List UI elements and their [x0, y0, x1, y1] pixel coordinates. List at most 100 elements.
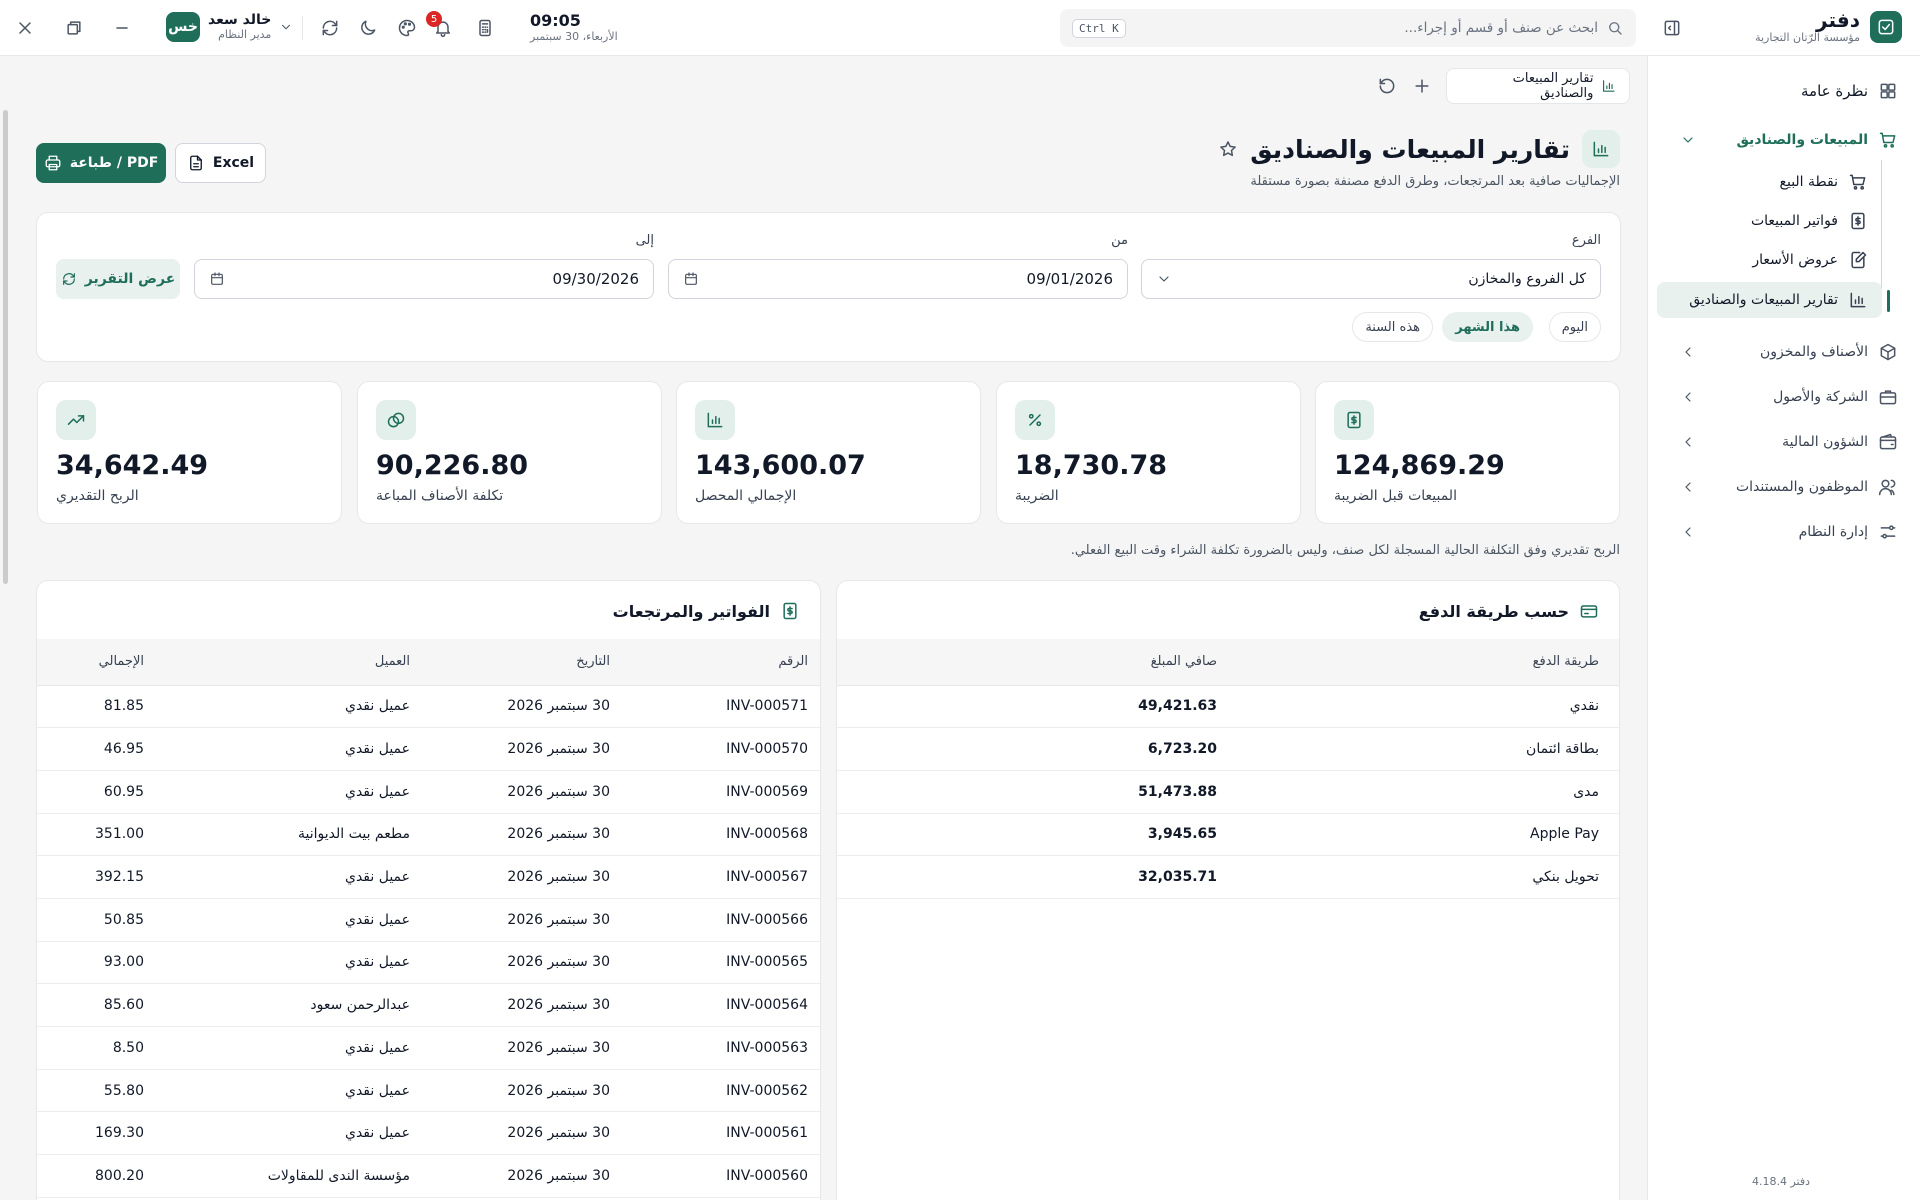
page-title: تقارير المبيعات والصناديق: [1250, 134, 1570, 164]
search-placeholder: ابحث عن صنف أو قسم أو إجراء...: [1404, 20, 1598, 36]
table-row[interactable]: مدى 51,473.88: [837, 770, 1619, 814]
sidebar-item-company[interactable]: الشركة والأصول: [1670, 378, 1902, 416]
table-row[interactable]: INV-000564 30 سبتمبر 2026 عبدالرحمن سعود 85…: [37, 983, 820, 1027]
sidebar-item-sales-invoices[interactable]: فواتير المبيعات: [1647, 203, 1872, 239]
column-header: صافي المبلغ: [837, 639, 1217, 686]
invoice-number[interactable]: INV-000562: [620, 1069, 820, 1113]
kpi-label: تكلفة الأصناف المباعة: [376, 488, 504, 504]
sidebar-item-overview[interactable]: نظرة عامة: [1670, 72, 1902, 110]
close-icon[interactable]: [15, 18, 35, 38]
app-name: دفتر: [1816, 8, 1860, 32]
chart-icon: [1603, 80, 1615, 92]
invoice-number[interactable]: INV-000567: [620, 855, 820, 899]
sidebar-item-sales-reports[interactable]: تقارير المبيعات والصناديق: [1657, 282, 1882, 318]
invoices-card: الفواتير والمرتجعات الرقم التاريخ العميل…: [36, 580, 821, 1200]
table-row[interactable]: INV-000560 30 سبتمبر 2026 مؤسسة الندى للمق…: [37, 1154, 820, 1198]
invoice-number[interactable]: INV-000570: [620, 727, 820, 771]
sidebar-toggle-icon[interactable]: [1660, 16, 1684, 40]
user-menu[interactable]: خالد سعد مدير النظام خس: [166, 12, 293, 42]
invoice-number[interactable]: INV-000560: [620, 1154, 820, 1198]
box-icon: [1880, 343, 1896, 361]
notifications-button[interactable]: 5: [426, 11, 454, 39]
chip-today[interactable]: اليوم: [1548, 312, 1601, 342]
branch-label: الفرع: [1571, 233, 1601, 248]
star-icon[interactable]: [1218, 139, 1238, 159]
chip-this-year[interactable]: هذه السنة: [1352, 312, 1433, 342]
table-row[interactable]: INV-000567 30 سبتمبر 2026 عميل نقدي 392.15: [37, 855, 820, 899]
table-row[interactable]: تحويل بنكي 32,035.71: [837, 855, 1619, 899]
wallet-icon: [1879, 433, 1897, 450]
export-excel-button[interactable]: Excel: [175, 143, 266, 183]
dark-mode-icon[interactable]: [357, 17, 379, 39]
sidebar-item-system[interactable]: إدارة النظام: [1670, 513, 1902, 551]
sidebar-item-sales[interactable]: المبيعات والصناديق: [1670, 121, 1902, 159]
invoice-customer: عميل نقدي: [152, 941, 422, 985]
table-row[interactable]: INV-000570 30 سبتمبر 2026 عميل نقدي 46.95: [37, 727, 820, 771]
table-row[interactable]: INV-000568 30 سبتمبر 2026 مطعم بيت الديوان…: [37, 813, 820, 857]
invoice-number[interactable]: INV-000569: [620, 770, 820, 814]
chart-icon: [1850, 292, 1866, 308]
brand[interactable]: دفتر مؤسسة الرّتان التجارية: [1755, 9, 1902, 45]
invoice-number[interactable]: INV-000563: [620, 1026, 820, 1070]
search-shortcut: Ctrl K: [1072, 18, 1126, 38]
credit-card-icon: [1580, 605, 1598, 618]
kpi-sales-before-tax: 124,869.29 المبيعات قبل الضريبة: [1315, 381, 1620, 524]
minimize-icon[interactable]: [112, 18, 132, 38]
print-label: PDF / طباعة: [69, 155, 159, 171]
table-row[interactable]: INV-000569 30 سبتمبر 2026 عميل نقدي 60.95: [37, 770, 820, 814]
invoice-number[interactable]: INV-000571: [620, 685, 820, 729]
table-header-row: طريقة الدفع صافي المبلغ: [837, 639, 1619, 686]
invoice-number[interactable]: INV-000568: [620, 813, 820, 857]
table-row[interactable]: Apple Pay 3,945.65: [837, 813, 1619, 857]
restore-icon[interactable]: [64, 18, 84, 38]
cart-icon: [1879, 132, 1896, 148]
invoice-number[interactable]: INV-000565: [620, 941, 820, 985]
tab-sales-reports[interactable]: تقارير المبيعات والصناديق: [1446, 68, 1630, 104]
sidebar-item-employees[interactable]: الموظفون والمستندات: [1670, 468, 1902, 506]
invoice-number[interactable]: INV-000561: [620, 1111, 820, 1156]
invoice-customer: عميل نقدي: [152, 1026, 422, 1070]
refresh-icon[interactable]: [319, 17, 341, 39]
reload-tab-icon[interactable]: [1377, 76, 1397, 96]
scrollbar[interactable]: [3, 110, 8, 584]
show-report-button[interactable]: عرض التقرير: [56, 259, 180, 299]
invoice-customer: مؤسسة الندى للمقاولات: [152, 1154, 422, 1198]
sidebar-item-inventory[interactable]: الأصناف والمخزون: [1670, 333, 1902, 371]
global-search[interactable]: ابحث عن صنف أو قسم أو إجراء... Ctrl K: [1060, 9, 1636, 47]
to-date-value: 09/30/2026: [552, 270, 639, 288]
bar-chart-icon: [695, 400, 735, 440]
print-pdf-button[interactable]: PDF / طباعة: [36, 143, 166, 183]
palette-icon[interactable]: [396, 17, 418, 39]
sidebar: نظرة عامة المبيعات والصناديق نقطة البيع …: [1647, 56, 1920, 1200]
sidebar-item-label: الموظفون والمستندات: [1735, 479, 1868, 495]
chip-this-month[interactable]: هذا الشهر: [1442, 312, 1533, 342]
invoice-date: 30 سبتمبر 2026: [422, 1154, 620, 1198]
invoice-number[interactable]: INV-000566: [620, 898, 820, 942]
table-row[interactable]: INV-000571 30 سبتمبر 2026 عميل نقدي 81.85: [37, 685, 820, 729]
sidebar-item-pos[interactable]: نقطة البيع: [1647, 164, 1872, 200]
table-row[interactable]: INV-000563 30 سبتمبر 2026 عميل نقدي 8.50: [37, 1026, 820, 1070]
table-row[interactable]: INV-000565 30 سبتمبر 2026 عميل نقدي 93.00: [37, 941, 820, 985]
chevron-down-icon: [1683, 137, 1693, 143]
invoice-number[interactable]: INV-000564: [620, 983, 820, 1027]
table-row[interactable]: بطاقة ائتمان 6,723.20: [837, 727, 1619, 771]
add-tab-icon[interactable]: [1412, 76, 1432, 96]
calculator-icon[interactable]: [474, 17, 496, 39]
table-row[interactable]: INV-000562 30 سبتمبر 2026 عميل نقدي 55.80: [37, 1069, 820, 1113]
coins-icon: [376, 400, 416, 440]
to-date-field[interactable]: 09/30/2026: [194, 259, 654, 299]
table-row[interactable]: نقدي 49,421.63: [837, 685, 1619, 729]
invoice-total: 81.85: [37, 685, 152, 729]
calendar-icon: [685, 272, 697, 285]
invoice-total: 93.00: [37, 941, 152, 985]
table-row[interactable]: INV-000566 30 سبتمبر 2026 عميل نقدي 50.85: [37, 898, 820, 942]
settings-icon: [1880, 525, 1896, 539]
app-logo-icon: [1870, 11, 1902, 43]
table-row[interactable]: INV-000561 30 سبتمبر 2026 عميل نقدي 169.30: [37, 1111, 820, 1156]
sidebar-item-finance[interactable]: الشؤون المالية: [1670, 423, 1902, 461]
clock: 09:05 الأربعاء، 30 سبتمبر: [530, 12, 618, 44]
branch-select[interactable]: كل الفروع والمخازن: [1141, 259, 1601, 299]
excel-label: Excel: [212, 155, 255, 171]
sidebar-item-quotes[interactable]: عروض الأسعار: [1647, 242, 1872, 278]
from-date-field[interactable]: 09/01/2026: [668, 259, 1128, 299]
